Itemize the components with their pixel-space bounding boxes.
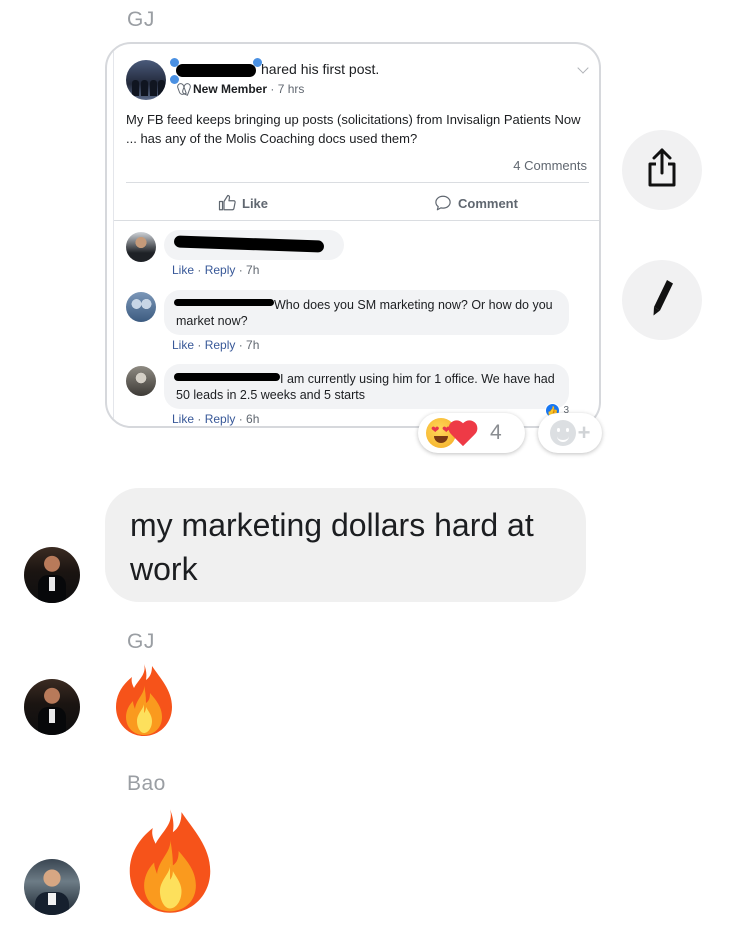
comment-reply-link[interactable]: Reply <box>205 263 236 277</box>
redaction-mark <box>173 235 325 253</box>
share-icon <box>645 147 679 194</box>
comment-meta: Like · Reply · 7h <box>172 338 260 352</box>
post-header-text: hared his first post. <box>261 61 380 77</box>
plus-icon: + <box>577 420 591 445</box>
thumbs-up-icon <box>218 194 236 212</box>
facebook-post: hared his first post. New Member · 7 hrs… <box>113 50 599 426</box>
new-member-badge: New Member <box>193 82 268 96</box>
new-member-badge-icon <box>178 83 189 94</box>
comment-label: Comment <box>458 195 518 211</box>
commenter-avatar <box>126 366 156 396</box>
fire-emoji-icon[interactable] <box>112 662 176 743</box>
post-time: · 7 hrs <box>267 82 305 96</box>
edit-button[interactable] <box>622 260 702 340</box>
comment-meta: Like · Reply · 7h <box>172 263 260 277</box>
comments-count[interactable]: 4 Comments <box>513 158 587 173</box>
comment-reply-link[interactable]: Reply <box>205 338 236 352</box>
avatar-gj[interactable] <box>24 547 80 603</box>
divider <box>126 182 589 183</box>
sender-name-bao: Bao <box>127 772 166 795</box>
comment-bubble-icon <box>434 194 452 212</box>
red-heart-emoji-icon <box>448 419 478 447</box>
comment-bubble <box>164 230 344 260</box>
share-button[interactable] <box>622 130 702 210</box>
comment-meta: Like · Reply · 6h <box>172 412 260 426</box>
redaction-mark <box>176 64 256 77</box>
reaction-count: 4 <box>490 421 502 444</box>
add-reaction-button[interactable]: + <box>538 413 602 453</box>
post-subheader: New Member · 7 hrs <box>178 82 304 96</box>
chevron-down-icon <box>577 62 589 74</box>
like-action[interactable]: Like <box>218 194 268 212</box>
sender-name-gj: GJ <box>127 8 155 31</box>
comment-like-link[interactable]: Like <box>172 338 194 352</box>
message-text: my marketing dollars hard at work <box>130 507 534 587</box>
reactions-summary[interactable]: ❤ ❤ 4 <box>418 413 525 453</box>
redaction-mark <box>174 299 274 306</box>
comment-action[interactable]: Comment <box>434 194 518 212</box>
comment-like-link[interactable]: Like <box>172 412 194 426</box>
smiley-face-icon <box>549 420 576 446</box>
comment-bubble: Who does you SM marketing now? Or how do… <box>164 290 569 335</box>
avatar-bao[interactable] <box>24 859 80 915</box>
comment-bubble: I am currently using him for 1 office. W… <box>164 364 569 409</box>
fire-emoji-icon[interactable] <box>124 806 216 921</box>
shared-screenshot-card[interactable]: hared his first post. New Member · 7 hrs… <box>105 42 601 428</box>
group-avatar <box>126 60 166 100</box>
divider <box>114 220 599 221</box>
post-body: My FB feed keeps bringing up posts (soli… <box>126 112 581 146</box>
message-bubble[interactable]: my marketing dollars hard at work <box>105 488 586 602</box>
sender-name-gj: GJ <box>127 630 155 653</box>
commenter-avatar <box>126 292 156 322</box>
like-label: Like <box>242 195 269 211</box>
avatar-gj[interactable] <box>24 679 80 735</box>
comment-reply-link[interactable]: Reply <box>205 412 236 426</box>
pencil-icon <box>647 277 677 324</box>
redaction-mark <box>174 373 280 381</box>
commenter-avatar <box>126 232 156 262</box>
comment-like-link[interactable]: Like <box>172 263 194 277</box>
